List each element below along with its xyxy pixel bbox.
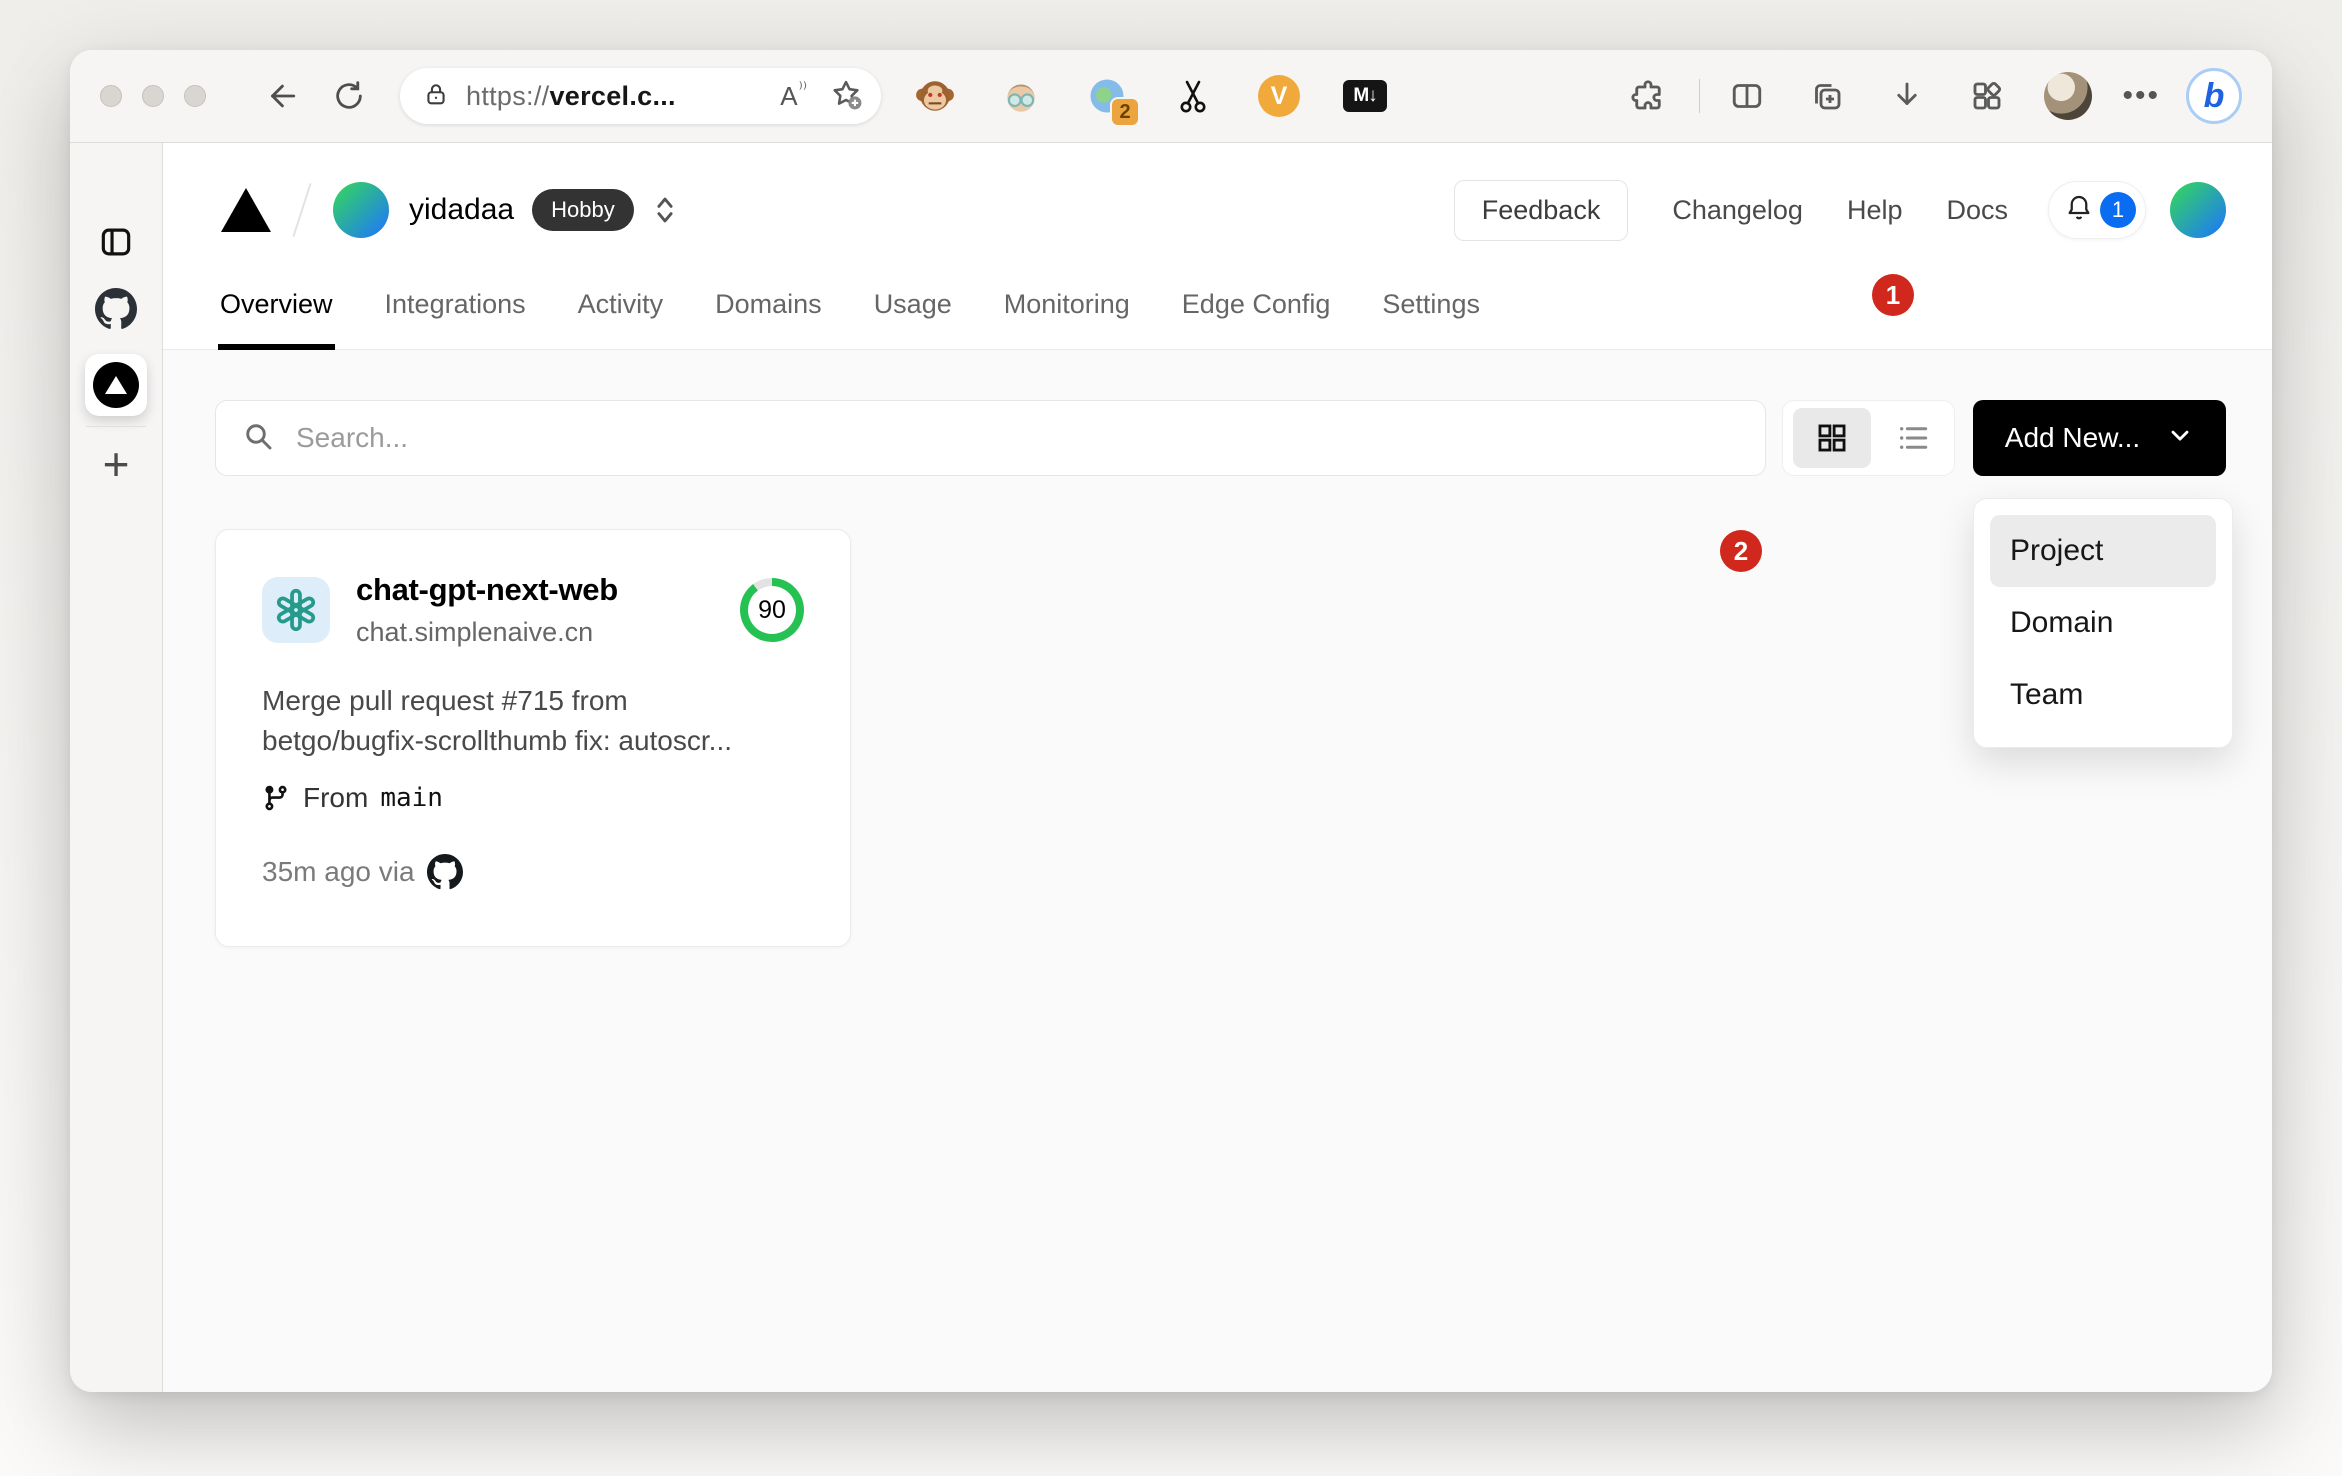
overview-content: Add New... chat-gpt-next-web bbox=[163, 349, 2272, 1392]
deployment-meta: 35m ago via bbox=[262, 854, 804, 890]
tab-activity[interactable]: Activity bbox=[576, 289, 666, 350]
add-new-button[interactable]: Add New... bbox=[1973, 400, 2226, 476]
extension-proxy-badge: 2 bbox=[1110, 97, 1140, 127]
sidebar-divider bbox=[86, 426, 146, 427]
tab-monitoring[interactable]: Monitoring bbox=[1002, 289, 1132, 350]
grid-view-button[interactable] bbox=[1793, 408, 1872, 468]
extension-translate-icon[interactable] bbox=[997, 72, 1045, 120]
add-new-dropdown: Project Domain Team bbox=[1973, 498, 2233, 748]
user-avatar[interactable] bbox=[2170, 182, 2226, 238]
browser-menu-icon[interactable]: ••• bbox=[2122, 79, 2160, 113]
dropdown-item-domain[interactable]: Domain bbox=[1990, 587, 2216, 659]
breadcrumb-slash bbox=[292, 183, 312, 237]
plan-badge: Hobby bbox=[532, 189, 634, 231]
reload-icon[interactable] bbox=[326, 73, 372, 119]
browser-page-area: + yidadaa Hobby Feedback Changelog Help … bbox=[70, 143, 2272, 1392]
browser-toolbar: https://vercel.c... A ⁾⁾ 2 V M↓ ••• b bbox=[70, 50, 2272, 143]
team-avatar[interactable] bbox=[333, 182, 389, 238]
chevron-down-icon bbox=[2166, 421, 2194, 456]
feedback-button[interactable]: Feedback bbox=[1453, 179, 1629, 241]
changelog-link[interactable]: Changelog bbox=[1672, 195, 1803, 226]
toolbar-right-cluster: ••• b bbox=[1625, 68, 2242, 124]
project-card[interactable]: chat-gpt-next-web chat.simplenaive.cn 90… bbox=[215, 529, 851, 947]
read-aloud-icon[interactable]: A ⁾⁾ bbox=[780, 78, 807, 112]
notification-count-badge: 1 bbox=[2100, 192, 2136, 228]
collections-icon[interactable] bbox=[1804, 73, 1850, 119]
team-name: yidadaa bbox=[409, 193, 515, 226]
bell-icon bbox=[2064, 193, 2094, 228]
branch-label: From bbox=[303, 782, 369, 813]
search-input[interactable] bbox=[294, 421, 1739, 455]
notifications-button[interactable]: 1 bbox=[2048, 181, 2146, 239]
browser-profile-avatar[interactable] bbox=[2044, 72, 2093, 120]
window-close-button[interactable] bbox=[100, 85, 122, 107]
browser-sidebar: + bbox=[70, 143, 163, 1392]
extension-proxy-icon[interactable]: 2 bbox=[1083, 72, 1140, 127]
window-controls bbox=[100, 85, 206, 107]
url-scheme: https:// bbox=[466, 80, 550, 111]
browser-window: https://vercel.c... A ⁾⁾ 2 V M↓ ••• b + … bbox=[70, 50, 2272, 1392]
github-icon bbox=[426, 854, 463, 890]
docs-link[interactable]: Docs bbox=[1946, 195, 2008, 226]
vercel-tab-bar: Overview Integrations Activity Domains U… bbox=[218, 289, 1482, 350]
branch-name: main bbox=[380, 783, 443, 813]
vercel-triangle-icon bbox=[105, 376, 127, 394]
downloads-icon[interactable] bbox=[1884, 73, 1930, 119]
search-icon bbox=[242, 420, 274, 457]
analytics-score-ring[interactable]: 90 bbox=[740, 578, 804, 642]
commit-message: Merge pull request #715 from betgo/bugfi… bbox=[262, 685, 732, 756]
project-favicon bbox=[262, 577, 330, 643]
apps-launcher-icon[interactable] bbox=[1964, 73, 2010, 119]
sidebar-new-tab-button[interactable]: + bbox=[103, 441, 130, 487]
annotation-step-2: 2 bbox=[1720, 530, 1762, 572]
help-link[interactable]: Help bbox=[1847, 195, 1903, 226]
tab-overview[interactable]: Overview bbox=[218, 289, 335, 350]
vercel-logo-icon[interactable] bbox=[221, 188, 271, 232]
project-domain[interactable]: chat.simplenaive.cn bbox=[356, 617, 618, 648]
extensions-puzzle-icon[interactable] bbox=[1625, 73, 1671, 119]
read-aloud-waves: ⁾⁾ bbox=[798, 78, 807, 98]
sidebar-vercel-tab[interactable] bbox=[85, 354, 147, 416]
split-screen-icon[interactable] bbox=[1724, 73, 1770, 119]
annotation-step-1: 1 bbox=[1872, 274, 1914, 316]
branch-row: From main bbox=[262, 782, 804, 814]
dropdown-item-project[interactable]: Project bbox=[1990, 515, 2216, 587]
lock-icon bbox=[422, 80, 450, 113]
window-zoom-button[interactable] bbox=[184, 85, 206, 107]
project-name[interactable]: chat-gpt-next-web bbox=[356, 572, 618, 608]
view-toggle bbox=[1782, 400, 1955, 476]
url-host: vercel.c... bbox=[549, 80, 676, 111]
tab-domains[interactable]: Domains bbox=[713, 289, 824, 350]
favorite-star-icon[interactable] bbox=[829, 77, 863, 116]
git-branch-icon bbox=[265, 785, 287, 811]
url-text: https://vercel.c... bbox=[466, 81, 780, 112]
team-switcher-icon[interactable] bbox=[650, 193, 680, 227]
tab-edge-config[interactable]: Edge Config bbox=[1180, 289, 1333, 350]
vercel-site: yidadaa Hobby Feedback Changelog Help Do… bbox=[163, 143, 2272, 1392]
toolbar-divider bbox=[1699, 79, 1701, 113]
extension-capture-icon[interactable]: V bbox=[1255, 72, 1303, 120]
dropdown-item-team[interactable]: Team bbox=[1990, 659, 2216, 731]
tab-integrations[interactable]: Integrations bbox=[383, 289, 528, 350]
bing-chat-icon[interactable]: b bbox=[2186, 68, 2242, 124]
address-bar[interactable]: https://vercel.c... A ⁾⁾ bbox=[400, 68, 881, 124]
extension-markdown-icon[interactable]: M↓ bbox=[1341, 72, 1389, 120]
analytics-score-value: 90 bbox=[758, 595, 786, 624]
back-icon[interactable] bbox=[258, 73, 304, 119]
project-search[interactable] bbox=[215, 400, 1766, 476]
list-view-button[interactable] bbox=[1882, 408, 1944, 468]
extension-scissors-icon[interactable] bbox=[1169, 72, 1217, 120]
extension-monkey-icon[interactable] bbox=[911, 72, 959, 120]
sidebar-github-icon[interactable] bbox=[95, 288, 137, 330]
tab-usage[interactable]: Usage bbox=[872, 289, 954, 350]
tab-settings[interactable]: Settings bbox=[1380, 289, 1482, 350]
vercel-header: yidadaa Hobby Feedback Changelog Help Do… bbox=[163, 143, 2272, 350]
sidebar-toggle-icon[interactable] bbox=[97, 223, 135, 261]
window-minimize-button[interactable] bbox=[142, 85, 164, 107]
